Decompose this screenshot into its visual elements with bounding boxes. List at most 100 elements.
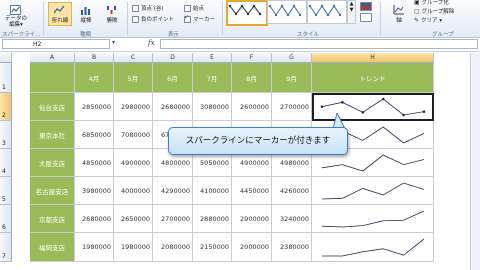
table-header-cell[interactable]: 5月 xyxy=(114,63,153,93)
negative-point-checkbox[interactable]: 負のポイント xyxy=(132,15,174,23)
sparkline-marker xyxy=(381,97,385,101)
sparkline-cell[interactable] xyxy=(312,177,434,205)
value-cell[interactable]: 2380000 xyxy=(272,233,312,262)
branch-name-cell[interactable]: 名古屋支店 xyxy=(30,177,75,205)
value-cell[interactable]: 4450000 xyxy=(232,177,272,205)
column-header-g[interactable]: G xyxy=(272,53,312,63)
row-header-1[interactable]: 1 xyxy=(0,63,12,93)
clear-button[interactable]: ✎ クリア ▾ xyxy=(414,16,442,24)
group-label-style: スタイル xyxy=(297,32,320,38)
value-cell[interactable]: 2000000 xyxy=(232,233,272,262)
value-cell[interactable]: 2700000 xyxy=(272,93,312,121)
sparkline-color-icon[interactable] xyxy=(360,2,372,11)
checkbox-box[interactable] xyxy=(132,16,139,23)
winloss-chart-icon xyxy=(107,6,116,14)
value-cell[interactable]: 4850000 xyxy=(75,149,114,177)
markers-checkbox[interactable]: マーカー xyxy=(184,14,215,23)
value-cell[interactable]: 2600000 xyxy=(232,93,272,121)
type-column-button[interactable]: 縦棒 xyxy=(74,2,98,26)
value-cell[interactable]: 4260000 xyxy=(272,177,312,205)
axis-button[interactable]: 軸 xyxy=(387,2,411,26)
column-header-b[interactable]: B xyxy=(75,53,114,63)
value-cell[interactable]: 4900000 xyxy=(114,149,153,177)
type-line-button[interactable]: 折れ線 xyxy=(48,2,72,26)
sparkline xyxy=(320,97,426,117)
row-header-3[interactable]: 3 xyxy=(0,121,12,149)
formula-bar: H2 ▾ fx xyxy=(0,38,480,52)
select-all-corner[interactable] xyxy=(0,53,12,63)
value-cell[interactable]: 2700000 xyxy=(153,205,193,233)
marker-color-icon[interactable] xyxy=(360,13,372,22)
row-header-5[interactable]: 5 xyxy=(0,177,12,205)
value-cell[interactable]: 4000000 xyxy=(114,177,153,205)
group-button[interactable]: ▣ グループ化 xyxy=(414,0,449,6)
row-header-2[interactable]: 2 xyxy=(0,93,12,121)
row-header-7[interactable]: 7 xyxy=(0,233,12,262)
sparkline-cell[interactable] xyxy=(312,93,434,121)
branch-name-cell[interactable]: 京都支店 xyxy=(30,205,75,233)
value-cell[interactable]: 3080000 xyxy=(193,93,232,121)
column-header-e[interactable]: E xyxy=(193,53,232,63)
edit-data-button[interactable]: データの 編集▾ xyxy=(4,2,28,28)
branch-name-cell[interactable]: 福岡支店 xyxy=(30,233,75,262)
checkbox-box[interactable] xyxy=(132,5,139,12)
value-cell[interactable]: 7080000 xyxy=(114,121,153,149)
value-cell[interactable]: 2880000 xyxy=(193,205,232,233)
table-header-cell[interactable]: 7月 xyxy=(193,63,232,93)
value-cell[interactable]: 2650000 xyxy=(114,205,153,233)
value-cell[interactable]: 2680000 xyxy=(153,93,193,121)
value-cell[interactable]: 2900000 xyxy=(232,205,272,233)
value-cell[interactable]: 1980000 xyxy=(75,233,114,262)
sparkline-cell[interactable] xyxy=(312,233,434,262)
edit-data-icon xyxy=(10,5,21,15)
table-header-cell[interactable]: 6月 xyxy=(153,63,193,93)
sparkline-style-2[interactable] xyxy=(267,0,307,24)
column-header-a[interactable]: A xyxy=(30,53,75,63)
ungroup-button[interactable]: ▢ グループ解除 xyxy=(414,7,454,15)
column-header-d[interactable]: D xyxy=(153,53,193,63)
high-point-checkbox[interactable]: 頂点 (谷) xyxy=(132,4,164,12)
sparkline-cell[interactable] xyxy=(312,205,434,233)
value-cell[interactable]: 2150000 xyxy=(193,233,232,262)
value-cell[interactable]: 2980000 xyxy=(114,93,153,121)
value-cell[interactable]: 4100000 xyxy=(193,177,232,205)
table-header-cell[interactable]: 4月 xyxy=(75,63,114,93)
row-header-6[interactable]: 6 xyxy=(0,205,12,233)
value-cell[interactable]: 2680000 xyxy=(75,205,114,233)
value-cell[interactable]: 1980000 xyxy=(114,233,153,262)
sparkline-marker xyxy=(341,101,344,104)
checkbox-box[interactable] xyxy=(184,14,191,23)
table-header-cell[interactable] xyxy=(30,63,75,93)
table-header-cell[interactable]: トレンド xyxy=(312,63,434,93)
value-cell[interactable]: 3240000 xyxy=(272,205,312,233)
column-header-c[interactable]: C xyxy=(114,53,153,63)
table-header-cell[interactable]: 8月 xyxy=(232,63,272,93)
group-label-type: 種類 xyxy=(80,32,92,38)
table-header-cell[interactable]: 9月 xyxy=(272,63,312,93)
branch-name-cell[interactable]: 大阪支店 xyxy=(30,149,75,177)
name-box[interactable]: H2 xyxy=(2,39,110,49)
function-icon[interactable]: fx xyxy=(148,39,155,47)
column-header-h[interactable]: H xyxy=(312,53,434,63)
sparkline-marker xyxy=(422,110,426,113)
value-cell[interactable]: 4290000 xyxy=(153,177,193,205)
value-cell[interactable]: 2080000 xyxy=(153,233,193,262)
value-cell[interactable]: 2850000 xyxy=(75,93,114,121)
value-cell[interactable]: 3980000 xyxy=(75,177,114,205)
checkbox-box[interactable] xyxy=(184,5,191,12)
sparkline xyxy=(321,182,425,200)
sparkline-style-3[interactable] xyxy=(307,0,347,24)
branch-name-cell[interactable]: 仙台支店 xyxy=(30,93,75,121)
branch-name-cell[interactable]: 東京本社 xyxy=(30,121,75,149)
callout-tooltip: スパークラインにマーカーが付きます xyxy=(168,127,348,155)
row-header-4[interactable]: 4 xyxy=(0,149,12,177)
formula-input[interactable] xyxy=(160,39,478,49)
value-cell[interactable]: 6850000 xyxy=(75,121,114,149)
first-point-checkbox[interactable]: 始点 xyxy=(184,4,204,12)
type-winloss-button[interactable]: 勝敗 xyxy=(100,2,124,26)
column-header-f[interactable]: F xyxy=(232,53,272,63)
namebox-dropdown-icon[interactable]: ▾ xyxy=(112,39,115,46)
vertical-scrollbar[interactable] xyxy=(470,53,480,270)
style-scroll-button[interactable]: ▲ ▼ xyxy=(347,0,356,24)
sparkline-style-1[interactable] xyxy=(226,0,268,26)
